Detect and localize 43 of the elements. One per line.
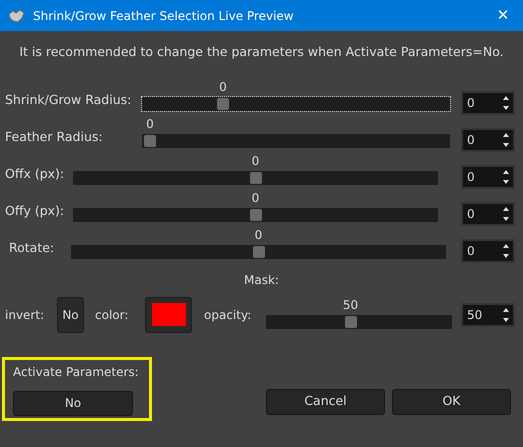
dialog-button[interactable]: OK (392, 388, 511, 415)
slider-track[interactable] (71, 244, 446, 259)
field-label: Offx (px): (4, 165, 66, 183)
slider-value: 0 (219, 78, 227, 96)
window-title: Shrink/Grow Feather Selection Live Preview (33, 8, 295, 24)
field-label: invert: (5, 306, 46, 324)
field-label: Offy (px): (4, 202, 66, 220)
field-label: Activate Parameters: (13, 364, 140, 381)
slider-thumb[interactable] (344, 316, 356, 328)
field-label: opacity: (204, 306, 252, 324)
spin-field[interactable]: 0 (463, 130, 499, 150)
field-label: color: (95, 306, 130, 324)
slider-value: 0 (252, 152, 260, 170)
slider-track[interactable] (73, 170, 438, 185)
spin-field[interactable]: 0 (463, 240, 499, 261)
spin-field[interactable]: 50 (463, 304, 499, 325)
slider-thumb[interactable] (252, 246, 264, 258)
activate-button[interactable]: No (13, 390, 133, 416)
spin-field[interactable]: 0 (463, 166, 499, 187)
info-message: It is recommended to change the parameters when Activate Parameters=No. (19, 43, 504, 61)
spin-field[interactable]: 0 (463, 204, 499, 224)
color-button[interactable] (145, 296, 192, 333)
slider-value: 0 (254, 226, 262, 244)
slider-thumb[interactable] (250, 208, 262, 221)
slider-value: 50 (342, 296, 358, 314)
slider-track[interactable] (266, 314, 452, 329)
slider-track[interactable] (142, 96, 450, 111)
field-label: Rotate: (8, 239, 56, 257)
slider-thumb[interactable] (144, 134, 156, 147)
slider-value: 0 (146, 116, 154, 133)
slider-track[interactable] (142, 134, 450, 148)
slider-track[interactable] (73, 208, 438, 222)
section-label: Mask: (244, 272, 279, 289)
field-label: Shrink/Grow Radius: (4, 91, 132, 109)
slider-thumb[interactable] (250, 172, 262, 184)
spin-field[interactable]: 0 (463, 92, 499, 113)
close-button[interactable]: ✕ (491, 4, 515, 27)
app-icon (8, 8, 25, 22)
dialog-button[interactable]: Cancel (266, 388, 385, 415)
invert-button[interactable]: No (57, 296, 84, 333)
field-label: Feather Radius: (4, 128, 104, 146)
slider-value: 0 (252, 190, 260, 207)
slider-thumb[interactable] (217, 98, 229, 110)
